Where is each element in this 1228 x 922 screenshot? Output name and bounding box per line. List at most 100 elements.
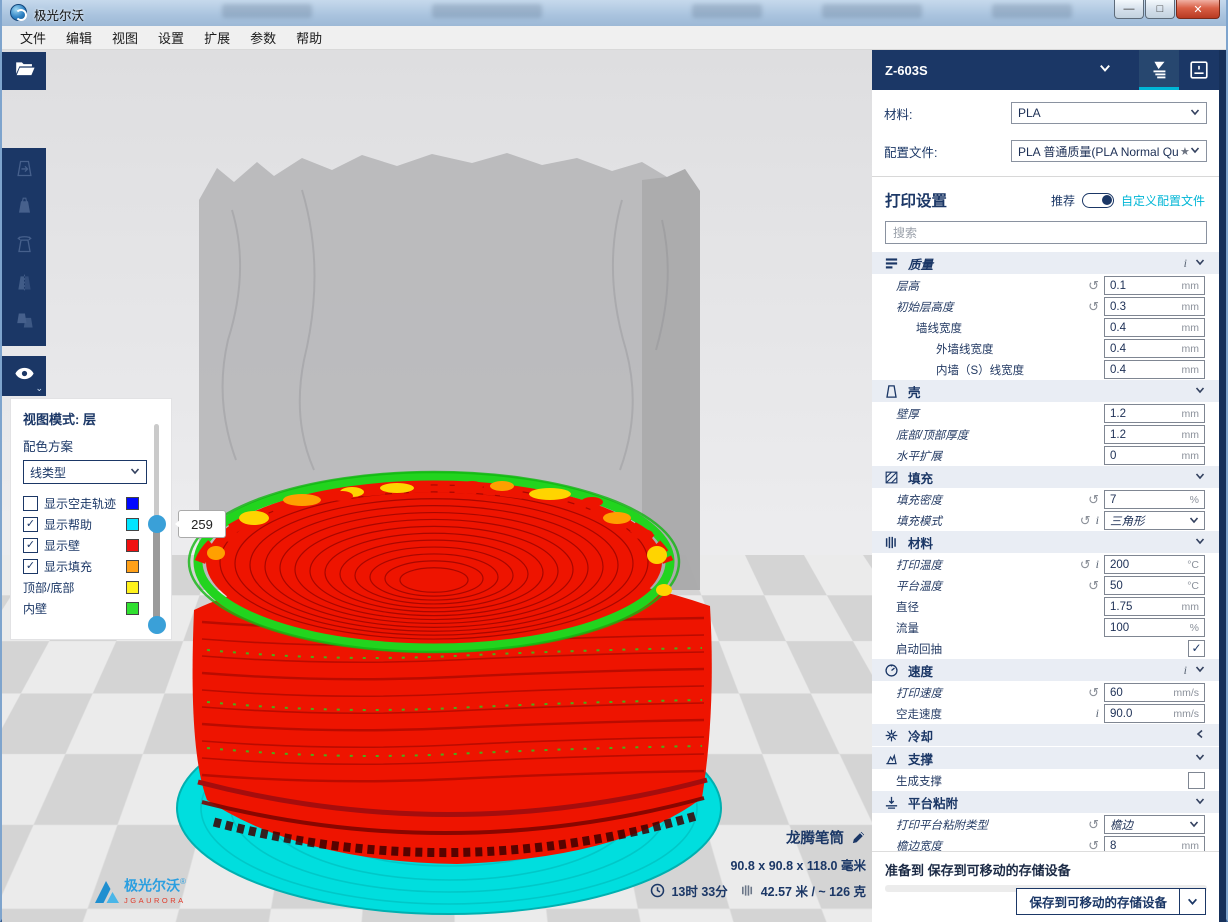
custom-profile-link[interactable]: 自定义配置文件 bbox=[1121, 192, 1205, 209]
setting-input[interactable]: 100% bbox=[1104, 618, 1205, 637]
scale-tool-button[interactable] bbox=[2, 190, 46, 228]
menu-item[interactable]: 编辑 bbox=[56, 25, 102, 50]
tab-prepare-slice[interactable] bbox=[1139, 50, 1179, 90]
reset-icon[interactable]: ↺ bbox=[1088, 686, 1099, 699]
setting-input[interactable]: 1.2mm bbox=[1104, 404, 1205, 423]
setting-input[interactable]: 200°C bbox=[1104, 555, 1205, 574]
close-button[interactable]: ✕ bbox=[1176, 0, 1220, 19]
section-label: 质量 bbox=[908, 254, 933, 273]
setting-checkbox[interactable] bbox=[1188, 772, 1205, 789]
section-header-cooling[interactable]: 冷却 bbox=[872, 724, 1219, 746]
profile-select[interactable]: PLA 普通质量(PLA Normal Qua ★ bbox=[1011, 140, 1207, 162]
menu-item[interactable]: 扩展 bbox=[194, 25, 240, 50]
setting-input[interactable]: 60mm/s bbox=[1104, 683, 1205, 702]
setting-label: 层高 bbox=[872, 278, 919, 294]
menu-item[interactable]: 视图 bbox=[102, 25, 148, 50]
reset-icon[interactable]: ↺ bbox=[1088, 579, 1099, 592]
save-to-removable-button[interactable]: 保存到可移动的存储设备 bbox=[1017, 889, 1179, 914]
tab-monitor[interactable] bbox=[1179, 50, 1219, 90]
setting-input[interactable]: 7% bbox=[1104, 490, 1205, 509]
settings-scrollbar[interactable] bbox=[1219, 50, 1226, 922]
reset-icon[interactable]: ↺ bbox=[1088, 493, 1099, 506]
chevron-down-icon bbox=[1190, 106, 1200, 120]
chevron-down-icon[interactable] bbox=[1195, 468, 1205, 486]
setting-input[interactable]: 0.4mm bbox=[1104, 339, 1205, 358]
reset-icon[interactable]: ↺ bbox=[1080, 514, 1091, 527]
reset-icon[interactable]: ↺ bbox=[1080, 558, 1091, 571]
reset-icon[interactable]: ↺ bbox=[1088, 300, 1099, 313]
move-tool-button[interactable] bbox=[2, 152, 46, 190]
chevron-down-icon[interactable] bbox=[1195, 382, 1205, 400]
color-scheme-select[interactable]: 线类型 bbox=[23, 460, 147, 484]
layer-slider-handle-top[interactable] bbox=[148, 515, 166, 533]
setting-select[interactable]: 三角形 bbox=[1104, 511, 1205, 530]
setting-label: 内墙（S）线宽度 bbox=[872, 362, 1024, 378]
setting-row: 壁厚1.2mm bbox=[872, 403, 1219, 424]
rename-pencil-icon[interactable] bbox=[851, 830, 866, 845]
setting-input[interactable]: 0.4mm bbox=[1104, 318, 1205, 337]
setting-input[interactable]: 0.3mm bbox=[1104, 297, 1205, 316]
chevron-down-icon[interactable] bbox=[1195, 661, 1205, 679]
setting-input[interactable]: 0.1mm bbox=[1104, 276, 1205, 295]
info-icon[interactable]: i bbox=[1184, 663, 1187, 678]
section-header-support[interactable]: 支撑 bbox=[872, 747, 1219, 769]
view-mode-button[interactable]: ⌄ bbox=[2, 356, 46, 396]
section-header-infill[interactable]: 填充 bbox=[872, 466, 1219, 488]
chevron-down-icon[interactable] bbox=[1195, 533, 1205, 551]
rotate-tool-button[interactable] bbox=[2, 228, 46, 266]
profile-value: PLA 普通质量(PLA Normal Qua bbox=[1018, 143, 1178, 160]
chevron-down-icon[interactable] bbox=[1189, 512, 1199, 530]
printer-select-chevron-icon[interactable] bbox=[1099, 61, 1111, 79]
menu-item[interactable]: 文件 bbox=[10, 25, 56, 50]
setting-input[interactable]: 1.2mm bbox=[1104, 425, 1205, 444]
setting-input[interactable]: 90.0mm/s bbox=[1104, 704, 1205, 723]
layer-slider[interactable] bbox=[148, 420, 166, 634]
per-model-settings-tool-button[interactable] bbox=[2, 304, 46, 342]
search-input[interactable] bbox=[893, 226, 1199, 240]
chevron-down-icon[interactable] bbox=[1195, 749, 1205, 767]
section-header-quality[interactable]: 质量 i bbox=[872, 252, 1219, 274]
section-header-shell[interactable]: 壳 bbox=[872, 380, 1219, 402]
setting-select[interactable]: 檐边 bbox=[1104, 815, 1205, 834]
setting-input[interactable]: 0.4mm bbox=[1104, 360, 1205, 379]
layer-slider-track-upper[interactable] bbox=[154, 424, 159, 524]
mirror-tool-button[interactable] bbox=[2, 266, 46, 304]
3d-viewport[interactable]: ⌄ 视图模式: 层 配色方案 线类型 显示空走轨迹✓显示帮助✓显示壁✓显示填充顶… bbox=[2, 50, 876, 922]
info-icon[interactable]: i bbox=[1096, 513, 1099, 528]
material-select[interactable]: PLA bbox=[1011, 102, 1207, 124]
chevron-down-icon[interactable] bbox=[1195, 793, 1205, 811]
setting-checkbox[interactable]: ✓ bbox=[1188, 640, 1205, 657]
setting-input[interactable]: 1.75mm bbox=[1104, 597, 1205, 616]
recommended-toggle[interactable] bbox=[1082, 193, 1114, 208]
chevron-left-icon[interactable] bbox=[1195, 726, 1205, 744]
input-unit: mm/s bbox=[1173, 708, 1199, 720]
legend-checkbox[interactable]: ✓ bbox=[23, 538, 38, 553]
info-icon[interactable]: i bbox=[1096, 557, 1099, 572]
info-icon[interactable]: i bbox=[1184, 256, 1187, 271]
reset-icon[interactable]: ↺ bbox=[1088, 818, 1099, 831]
section-header-material[interactable]: 材料 bbox=[872, 531, 1219, 553]
maximize-button[interactable]: □ bbox=[1145, 0, 1175, 19]
save-options-chevron[interactable] bbox=[1179, 889, 1205, 914]
setting-input[interactable]: 50°C bbox=[1104, 576, 1205, 595]
legend-checkbox[interactable] bbox=[23, 496, 38, 511]
setting-row: 填充密度↺7% bbox=[872, 489, 1219, 510]
chevron-down-icon[interactable] bbox=[1189, 816, 1199, 834]
background-window-ghost bbox=[822, 4, 922, 18]
layer-slider-track-lower[interactable] bbox=[153, 524, 160, 624]
input-unit: mm bbox=[1182, 408, 1200, 420]
menu-item[interactable]: 帮助 bbox=[286, 25, 332, 50]
menu-item[interactable]: 参数 bbox=[240, 25, 286, 50]
legend-checkbox[interactable]: ✓ bbox=[23, 559, 38, 574]
minimize-button[interactable]: — bbox=[1114, 0, 1144, 19]
setting-input[interactable]: 0mm bbox=[1104, 446, 1205, 465]
chevron-down-icon[interactable] bbox=[1195, 254, 1205, 272]
layer-slider-handle-bottom[interactable] bbox=[148, 616, 166, 634]
info-icon[interactable]: i bbox=[1096, 706, 1099, 721]
open-file-button[interactable] bbox=[2, 52, 46, 90]
menu-item[interactable]: 设置 bbox=[148, 25, 194, 50]
legend-checkbox[interactable]: ✓ bbox=[23, 517, 38, 532]
section-header-adhesion[interactable]: 平台粘附 bbox=[872, 791, 1219, 813]
reset-icon[interactable]: ↺ bbox=[1088, 279, 1099, 292]
section-header-speed[interactable]: 速度i bbox=[872, 659, 1219, 681]
